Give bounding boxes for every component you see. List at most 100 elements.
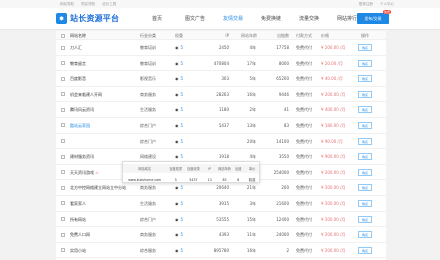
site-name[interactable]: 看家家人: [70, 196, 86, 211]
user-center-link[interactable]: 个人中心: [380, 2, 394, 6]
popup-age: 83: [222, 177, 227, 182]
weight-value: 5: [180, 216, 184, 222]
site-name[interactable]: 刀人汇: [70, 40, 82, 55]
site-outlinks: 17758: [276, 45, 289, 50]
site-weight: ◉5: [175, 212, 183, 227]
row-checkbox[interactable]: [61, 170, 65, 175]
site-name-text: 建材服务资讯: [70, 154, 94, 160]
top-link-nav[interactable]: 网站导航: [60, 2, 74, 6]
buy-button[interactable]: 购买: [358, 184, 372, 192]
site-name[interactable]: 天天资讯游戏 ♨: [70, 165, 99, 180]
row-checkbox[interactable]: [61, 232, 65, 237]
site-name-text: 酷站云家园: [70, 122, 90, 128]
site-price: ¥ 40.00 /月: [321, 76, 343, 82]
site-name-text: 腾讯风云资讯: [70, 107, 94, 113]
row-checkbox[interactable]: [61, 123, 65, 128]
site-logo[interactable]: ⬢ 站长资源平台: [56, 13, 138, 24]
top-links-right: 登录注册 个人中心: [359, 2, 400, 7]
table-row: 所有网站 综合门户 ◉ 5 53555 15年 12400 免费代付 ¥ 200.00 /月 购买: [56, 212, 386, 228]
weight-value: 5: [180, 185, 184, 191]
site-payment: 免费代付: [296, 200, 312, 206]
row-checkbox[interactable]: [61, 61, 65, 66]
popup-ip: 13: [207, 177, 212, 182]
site-name-text: 百度影音: [70, 76, 86, 82]
nav-ads[interactable]: 图文广告: [176, 8, 214, 30]
site-weight: ◉5: [175, 40, 183, 55]
buy-button[interactable]: 购买: [358, 215, 372, 223]
site-name[interactable]: 机会来临建人开网: [70, 87, 102, 102]
site-name[interactable]: 教育留言: [70, 56, 86, 71]
weight-value: 5: [180, 232, 184, 238]
site-outlinks: 14100: [276, 138, 289, 144]
nav-link-trade[interactable]: 友情交易: [214, 8, 252, 30]
publish-button[interactable]: 发布/交易 免费: [357, 10, 391, 24]
site-ip: 2450: [218, 45, 229, 50]
row-checkbox[interactable]: [61, 185, 65, 190]
site-age: 15年: [246, 216, 256, 222]
col-price: 价格: [321, 33, 329, 38]
site-name[interactable]: 北方中控网络建立网站立中分站: [70, 180, 126, 195]
row-checkbox[interactable]: [61, 201, 65, 206]
buy-button[interactable]: 购买: [358, 199, 372, 207]
nav-traffic[interactable]: 流量交换: [290, 8, 328, 30]
nav-free-exchange[interactable]: 免费换链: [252, 8, 290, 30]
popup-domain: www.kukuhome.com: [128, 177, 162, 182]
buy-button[interactable]: 购买: [358, 153, 372, 161]
site-name[interactable]: 百度影音: [70, 71, 86, 86]
top-link-tools[interactable]: 站长工具: [102, 2, 116, 6]
site-name-text: 天天资讯游戏: [70, 169, 94, 175]
site-name[interactable]: 所有网站: [70, 212, 86, 227]
table-row: 酷站云家园 综合门户 ◉ 5 5437 13年 83 免费代付 ¥ 180.00 /月 购买: [56, 118, 386, 134]
buy-button[interactable]: 购买: [358, 44, 372, 51]
buy-button[interactable]: 购买: [358, 246, 372, 254]
row-checkbox[interactable]: [61, 76, 65, 81]
site-outlinks: 65200: [276, 76, 289, 82]
select-all-checkbox[interactable]: [61, 33, 65, 38]
popup-price: 精选: [248, 178, 256, 182]
site-weight: ◉5: [175, 118, 183, 133]
site-weight: ◉5: [175, 134, 183, 149]
site-category: 教育培训: [140, 60, 156, 66]
col-outlinks: 出链数: [277, 33, 289, 38]
row-checkbox[interactable]: [61, 107, 65, 112]
buy-button[interactable]: 购买: [358, 168, 372, 176]
weight-icon: ◉: [175, 122, 179, 128]
buy-button[interactable]: 购买: [358, 106, 372, 114]
site-payment: 免费代付: [296, 91, 312, 97]
site-price: ¥ 200.00 /月: [321, 247, 346, 253]
popup-value-row: www.kukuhome.com 5 5437 13 83 8 精选: [123, 175, 259, 184]
buy-button[interactable]: 购买: [358, 59, 372, 67]
site-price: ¥ 180.00 /月: [321, 122, 346, 128]
top-link-notice[interactable]: 购买须知: [81, 2, 95, 6]
row-checkbox[interactable]: [61, 139, 65, 144]
row-checkbox[interactable]: [61, 154, 65, 159]
site-name[interactable]: 腾讯风云资讯: [70, 102, 94, 117]
weight-value: 5: [180, 138, 184, 144]
buy-button[interactable]: 购买: [358, 75, 372, 83]
site-name[interactable]: 实用小站: [70, 243, 86, 258]
buy-button[interactable]: 购买: [358, 231, 372, 239]
site-price: ¥ 200.00 /月: [321, 45, 346, 50]
site-name[interactable]: 酷站云家园: [70, 118, 90, 133]
buy-button[interactable]: 购买: [358, 121, 372, 129]
popup-head-price: 单价: [248, 167, 256, 171]
table-row: 看家家人 生活服务 ◉ 5 3915 3年 21600 免费代付 ¥ 200.00 /月 购买: [56, 196, 386, 212]
buy-button[interactable]: 购买: [358, 137, 372, 145]
site-category: 综合门户: [140, 122, 156, 128]
buy-button[interactable]: 购买: [358, 90, 372, 98]
site-category: 教育培训: [140, 45, 156, 50]
site-category: 综合服务: [140, 247, 156, 253]
nav-home[interactable]: 首页: [138, 8, 176, 30]
row-checkbox[interactable]: [61, 45, 65, 50]
site-category: 综合门户: [140, 216, 156, 222]
row-checkbox[interactable]: [61, 92, 65, 97]
site-name[interactable]: 免费人口网: [70, 227, 90, 242]
site-weight: ◉5: [175, 56, 183, 71]
site-weight: ◉5: [175, 102, 183, 117]
weight-value: 5: [180, 107, 184, 113]
login-link[interactable]: 登录注册: [359, 2, 373, 6]
popup-outlinks: 8: [237, 177, 240, 182]
row-checkbox[interactable]: [61, 248, 65, 253]
site-name[interactable]: 建材服务资讯: [70, 149, 94, 164]
row-checkbox[interactable]: [61, 217, 65, 222]
